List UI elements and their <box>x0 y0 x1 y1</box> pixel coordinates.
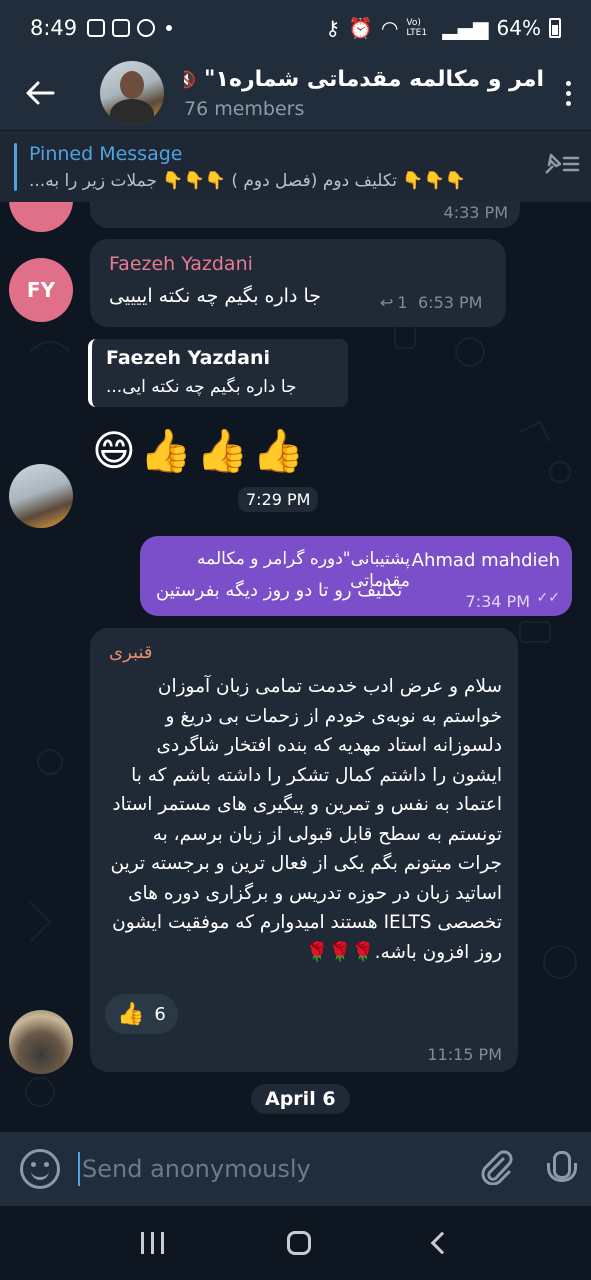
sender-name: قنبری <box>109 642 153 663</box>
quote-sender: Faezeh Yazdani <box>106 347 271 369</box>
dot-icon <box>565 90 571 96</box>
dot-icon <box>565 100 571 106</box>
reaction-emoji: 👍 <box>117 1001 145 1027</box>
chat-title: امر و مکالمه مقدماتی شماره۱" 🔇 <box>184 67 544 92</box>
message-time: 7:34 PM <box>465 592 530 611</box>
date-chip: April 6 <box>251 1084 350 1114</box>
wifi-icon: ◠ <box>380 16 399 40</box>
alarm-icon: ⏰ <box>348 16 373 40</box>
pinned-message[interactable]: Pinned Message 👇👇👇 تکلیف دوم (فصل دوم ) … <box>0 130 591 202</box>
instagram-icon <box>112 19 131 37</box>
key-icon: ⚷ <box>325 16 341 40</box>
avatar-initials: FY <box>26 278 56 302</box>
b-app-icon <box>137 19 156 37</box>
message-time: 7:29 PM <box>246 490 311 509</box>
message-input-bar: Send anonymously <box>0 1132 591 1206</box>
pinned-title: Pinned Message <box>29 142 183 165</box>
more-menu-button[interactable] <box>545 80 591 106</box>
sender-name: Faezeh Yazdani <box>109 253 253 275</box>
member-count: 76 members <box>184 97 305 120</box>
sender-avatar-fy[interactable]: FY <box>9 258 73 322</box>
notification-dot-icon <box>166 25 173 31</box>
back-button[interactable] <box>0 56 80 130</box>
sender-avatar-photo[interactable] <box>9 464 73 528</box>
partial-message-bubble[interactable]: 4:33 PM <box>90 202 520 228</box>
pinned-list-icon[interactable] <box>531 151 591 183</box>
message-text: جا داره بگیم چه نکته اییییی <box>109 285 321 307</box>
reaction-chip[interactable]: 👍 6 <box>105 994 178 1034</box>
battery-percent: 64% <box>496 16 541 40</box>
chat-header: امر و مکالمه مقدماتی شماره۱" 🔇 76 member… <box>0 56 591 130</box>
system-back-button[interactable] <box>430 1231 453 1255</box>
message-text: تکلیف رو تا دو روز دیگه بفرستین <box>156 580 403 601</box>
recent-bar-icon <box>151 1232 155 1254</box>
emoji-message[interactable]: 😄👍👍👍 <box>92 426 309 476</box>
replies-indicator[interactable]: ↩ 1 <box>380 293 408 312</box>
quote-text: جا داره بگیم چه نکته ایی... <box>106 377 297 397</box>
attach-icon[interactable] <box>479 1149 513 1189</box>
dot-icon <box>565 80 571 86</box>
message-list[interactable]: 4:33 PM FY Faezeh Yazdani جا داره بگیم چ… <box>0 202 591 1132</box>
muted-icon: 🔇 <box>184 69 197 89</box>
signal-icon: ▂▄▆ <box>442 16 489 40</box>
outgoing-message-bubble[interactable]: Ahmad mahdieh پشتیبانی"دوره گرامر و مکال… <box>140 536 572 616</box>
pinned-body: 👇👇👇 تکلیف دوم (فصل دوم ) 👇👇👇 جملات زیر ر… <box>29 170 466 191</box>
sender-avatar-ghanbari[interactable] <box>9 1010 73 1074</box>
battery-icon <box>549 18 561 38</box>
reply-arrow-icon: ↩ <box>380 293 394 312</box>
microphone-icon[interactable] <box>547 1149 577 1189</box>
chat-title-text: امر و مکالمه مقدماتی شماره۱" <box>204 66 544 92</box>
emoji-icon[interactable] <box>20 1149 60 1189</box>
status-bar: 8:49 ⚷ ⏰ ◠ Vo) LTE1 ▂▄▆ 64% <box>0 0 591 56</box>
forward-from: Ahmad mahdieh <box>411 550 560 571</box>
reply-count: 1 <box>397 293 408 312</box>
recent-bar-icon <box>141 1232 145 1254</box>
network-label: Vo) LTE1 <box>406 18 428 38</box>
group-avatar[interactable] <box>100 61 164 125</box>
chat-info[interactable]: امر و مکالمه مقدماتی شماره۱" 🔇 76 member… <box>184 67 545 120</box>
gallery-icon <box>87 19 106 37</box>
message-bubble-ghanbari[interactable]: قنبری سلام و عرض ادب خدمت تمامی زبان آمو… <box>90 628 518 1072</box>
recent-apps-button[interactable] <box>141 1232 165 1254</box>
reaction-count: 6 <box>154 1003 166 1025</box>
message-time: 11:15 PM <box>427 1045 502 1064</box>
status-time: 8:49 <box>30 16 78 40</box>
emoji-time-chip: 7:29 PM <box>238 487 319 512</box>
system-nav-bar <box>0 1206 591 1280</box>
home-button[interactable] <box>286 1231 311 1255</box>
date-label: April 6 <box>265 1088 336 1110</box>
message-time: 6:53 PM <box>418 293 483 312</box>
message-text: سلام و عرض ادب خدمت تمامی زبان آموزان خو… <box>110 676 502 963</box>
message-input[interactable]: Send anonymously <box>78 1152 479 1186</box>
read-checkmarks-icon: ✓✓ <box>536 590 560 606</box>
reply-quote[interactable]: Faezeh Yazdani جا داره بگیم چه نکته ایی.… <box>88 339 348 407</box>
message-bubble-faezeh[interactable]: Faezeh Yazdani جا داره بگیم چه نکته اییی… <box>90 239 506 327</box>
back-arrow-icon <box>26 81 55 105</box>
recent-bar-icon <box>161 1232 165 1254</box>
pinned-accent-bar <box>14 142 17 191</box>
message-time: 4:33 PM <box>443 203 508 222</box>
